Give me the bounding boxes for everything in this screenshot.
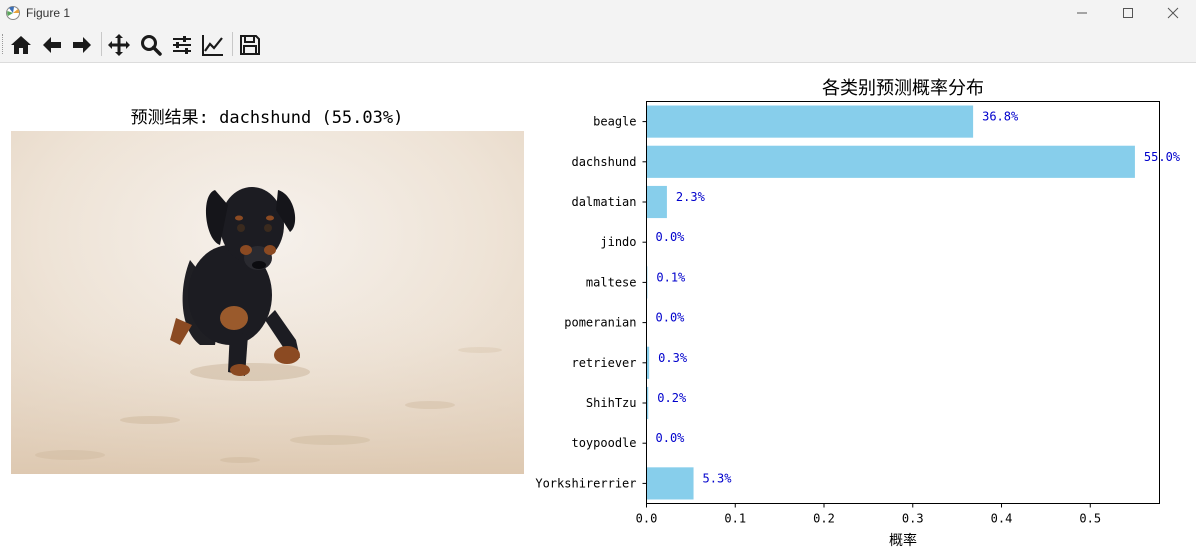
- dog-photo: [11, 131, 524, 474]
- y-tick-label: Yorkshirerrier: [535, 476, 636, 490]
- x-tick-label: 0.1: [724, 512, 746, 526]
- window-title: Figure 1: [26, 6, 71, 20]
- zoom-button[interactable]: [138, 32, 164, 58]
- minimize-button[interactable]: [1059, 0, 1105, 26]
- save-icon: [240, 35, 260, 55]
- minimize-icon: [1077, 12, 1087, 14]
- close-button[interactable]: [1150, 0, 1196, 26]
- bar-value-label: 5.3%: [703, 471, 733, 485]
- toolbar-separator: [101, 32, 102, 56]
- x-axis-label: 概率: [889, 532, 917, 549]
- y-tick-label: beagle: [593, 115, 636, 129]
- home-button[interactable]: [8, 32, 34, 58]
- toolbar-separator: [232, 32, 233, 56]
- navigation-toolbar: [0, 26, 1196, 63]
- image-title: 预测结果: dachshund (55.03%): [131, 108, 404, 128]
- y-tick-label: dalmatian: [571, 195, 636, 209]
- y-tick-label: jindo: [600, 235, 636, 249]
- figure-canvas: 预测结果: dachshund (55.03%) 各类别预测概率分布 36.8%…: [11, 78, 1181, 549]
- toolbar-grip: [2, 34, 6, 54]
- maximize-button[interactable]: [1105, 0, 1151, 26]
- forward-arrow-icon: [73, 37, 91, 53]
- close-icon: [1167, 7, 1179, 19]
- bar-value-label: 0.0%: [656, 431, 686, 445]
- bar-value-label: 0.0%: [656, 230, 686, 244]
- x-tick-label: 0.0: [636, 512, 658, 526]
- chart-title: 各类别预测概率分布: [822, 78, 984, 99]
- y-tick-label: ShihTzu: [586, 396, 637, 410]
- bar-value-label: 2.3%: [676, 190, 706, 204]
- y-tick-label: pomeranian: [564, 316, 636, 330]
- bar-beagle: [646, 105, 974, 138]
- bar-value-label: 0.0%: [656, 311, 686, 325]
- bar-value-label: 0.3%: [658, 351, 688, 365]
- x-tick-label: 0.4: [991, 512, 1013, 526]
- y-tick-label: dachshund: [571, 155, 636, 169]
- edit-axis-button[interactable]: [200, 32, 226, 58]
- y-tick-label: retriever: [571, 356, 636, 370]
- bar-value-label: 0.1%: [656, 270, 686, 284]
- bar-dachshund: [646, 145, 1135, 178]
- app-icon: [6, 6, 20, 20]
- x-tick-label: 0.3: [902, 512, 924, 526]
- x-tick-label: 0.5: [1079, 512, 1101, 526]
- pan-icon: [108, 34, 130, 56]
- edit-axis-icon: [202, 35, 223, 56]
- forward-button[interactable]: [69, 32, 95, 58]
- bar-value-label: 0.2%: [657, 391, 687, 405]
- pan-button[interactable]: [106, 32, 132, 58]
- bar-value-label: 55.0%: [1144, 150, 1181, 164]
- back-arrow-icon: [43, 37, 61, 53]
- maximize-icon: [1123, 8, 1133, 18]
- home-icon: [11, 36, 31, 54]
- configure-subplots-icon: [173, 36, 191, 54]
- configure-subplots-button[interactable]: [169, 32, 195, 58]
- bar-layer: 36.8% 55.0% 2.3% 0.0% 0.1% 0.0% 0.3% 0.2% 0.0% 5.…: [646, 105, 1181, 500]
- window-titlebar: Figure 1: [0, 0, 1196, 26]
- zoom-icon: [141, 35, 162, 56]
- bar-Yorkshirerrier: [646, 467, 694, 500]
- y-tick-label: toypoodle: [571, 436, 636, 450]
- bar-dalmatian: [646, 185, 667, 219]
- x-tick-label: 0.2: [813, 512, 835, 526]
- y-tick-label: maltese: [586, 275, 637, 289]
- save-button[interactable]: [237, 32, 263, 58]
- bar-value-label: 36.8%: [982, 110, 1019, 124]
- back-button[interactable]: [39, 32, 65, 58]
